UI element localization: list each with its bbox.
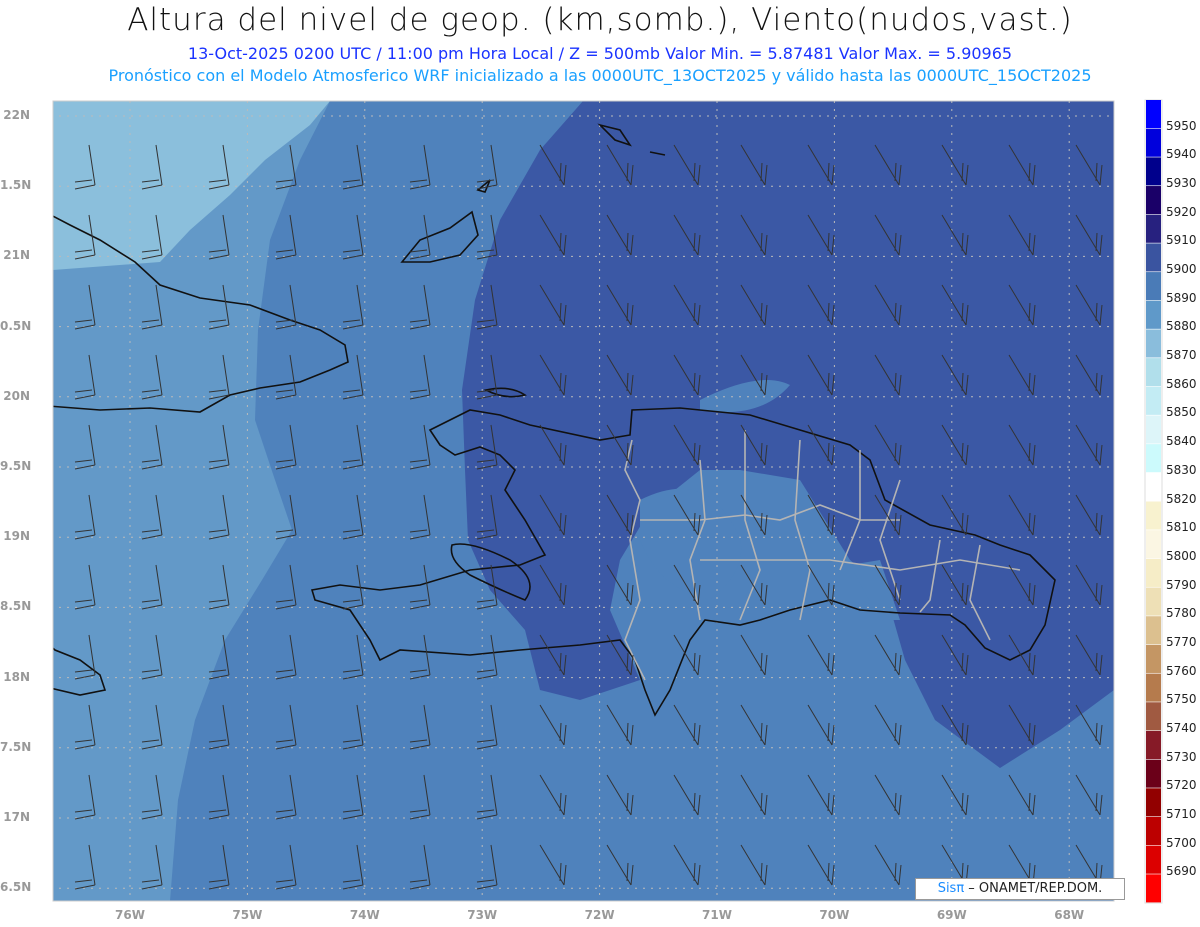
colorbar-label: 5790 [1166, 577, 1197, 592]
colorbar-swatch [1146, 616, 1161, 645]
lon-tick-label: 70W [819, 908, 850, 922]
colorbar-label: 5910 [1166, 233, 1197, 248]
colorbar-label: 5880 [1166, 319, 1197, 334]
colorbar-label: 5700 [1166, 835, 1197, 850]
colorbar-label: 5940 [1166, 147, 1197, 162]
colorbar-label: 5840 [1166, 434, 1197, 449]
colorbar [1146, 100, 1161, 903]
colorbar-swatch [1146, 157, 1161, 186]
lon-tick-label: 74W [349, 908, 380, 922]
colorbar-swatch [1146, 472, 1161, 501]
colorbar-label: 5800 [1166, 548, 1197, 563]
colorbar-label: 5890 [1166, 290, 1197, 305]
lat-tick-label: 0.5N [0, 318, 32, 333]
colorbar-label: 5710 [1166, 806, 1197, 821]
lat-tick-label: 19N [3, 529, 30, 544]
map-canvas [52, 99, 1163, 904]
colorbar-label: 5860 [1166, 376, 1197, 391]
colorbar-swatch [1146, 673, 1161, 702]
colorbar-label: 5730 [1166, 749, 1197, 764]
lat-tick-label: 20N [3, 388, 30, 403]
colorbar-label: 5760 [1166, 663, 1197, 678]
lon-tick-label: 72W [584, 908, 615, 922]
colorbar-swatch [1146, 100, 1161, 129]
colorbar-swatch [1146, 558, 1161, 587]
lat-tick-label: 9.5N [0, 459, 32, 473]
colorbar-swatch [1146, 501, 1161, 530]
colorbar-swatch [1146, 415, 1161, 444]
colorbar-swatch [1146, 186, 1161, 215]
colorbar-swatch [1146, 587, 1161, 616]
lat-tick-label: 7.5N [0, 739, 32, 754]
lat-tick-label: 8.5N [0, 599, 32, 614]
colorbar-label: 5850 [1166, 405, 1197, 420]
colorbar-swatch [1146, 759, 1161, 788]
colorbar-label: 5900 [1166, 262, 1197, 277]
colorbar-swatch [1146, 329, 1161, 358]
colorbar-label: 5930 [1166, 176, 1197, 191]
colorbar-swatch [1146, 243, 1161, 272]
colorbar-label: 5770 [1166, 634, 1197, 649]
colorbar-swatch [1146, 530, 1161, 559]
colorbar-label: 5690 [1166, 864, 1197, 879]
colorbar-swatch [1146, 444, 1161, 473]
lon-tick-label: 73W [467, 908, 498, 922]
colorbar-swatch [1146, 730, 1161, 760]
colorbar-swatch [1146, 128, 1161, 157]
colorbar-swatch [1146, 214, 1161, 243]
colorbar-swatch [1146, 788, 1161, 817]
colorbar-swatch [1146, 386, 1161, 415]
lat-tick-label: 21N [3, 248, 30, 263]
colorbar-label: 5810 [1166, 520, 1197, 535]
colorbar-label: 5950 [1166, 118, 1197, 133]
colorbar-label: 5740 [1166, 720, 1197, 735]
credit-text: – ONAMET/REP.DOM. [964, 881, 1103, 896]
colorbar-label: 5720 [1166, 778, 1197, 793]
colorbar-swatch [1146, 702, 1161, 731]
lon-tick-label: 68W [1054, 908, 1085, 922]
lat-tick-label: 18N [3, 669, 30, 684]
colorbar-label: 5780 [1166, 606, 1197, 621]
colorbar-swatch [1146, 845, 1161, 874]
lat-tick-label: 17N [3, 810, 30, 824]
colorbar-label: 5870 [1166, 348, 1197, 363]
lat-tick-label: 1.5N [0, 178, 32, 193]
colorbar-label: 5820 [1166, 491, 1197, 506]
colorbar-label: 5920 [1166, 204, 1197, 219]
colorbar-label: 5830 [1166, 462, 1197, 477]
colorbar-swatch [1146, 874, 1161, 903]
colorbar-swatch [1146, 300, 1161, 329]
colorbar-swatch [1146, 272, 1161, 301]
colorbar-swatch [1146, 358, 1161, 387]
lon-tick-label: 76W [115, 908, 145, 922]
colorbar-swatch [1146, 816, 1161, 846]
lon-tick-label: 71W [702, 908, 732, 922]
sispi-logo: Sisπ [937, 881, 965, 896]
lat-tick-label: 6.5N [0, 880, 32, 895]
credit-box: Sisπ – ONAMET/REP.DOM. [915, 878, 1125, 900]
colorbar-swatch [1146, 644, 1161, 673]
lon-tick-label: 75W [232, 908, 263, 922]
lon-tick-label: 69W [936, 908, 967, 922]
lat-tick-label: 22N [3, 108, 30, 122]
colorbar-label: 5750 [1166, 692, 1197, 707]
